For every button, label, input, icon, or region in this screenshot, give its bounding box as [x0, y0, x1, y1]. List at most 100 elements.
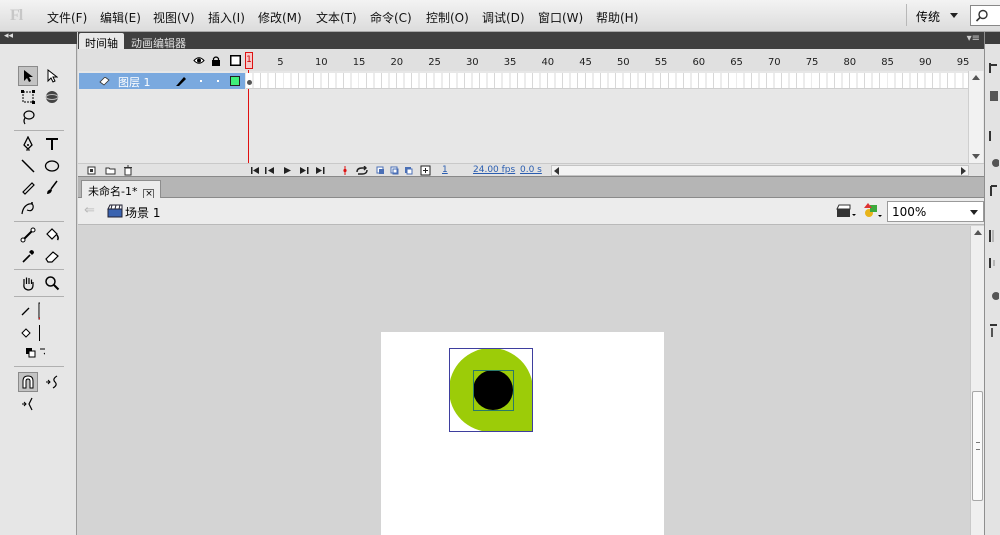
divider — [14, 130, 64, 131]
swatches-icon[interactable] — [988, 229, 999, 243]
panel-options-icon[interactable]: ▾≡ — [967, 33, 980, 44]
deco-tool[interactable] — [18, 198, 38, 218]
playback-controls[interactable] — [250, 166, 340, 175]
library-icon[interactable] — [988, 90, 999, 102]
swap-colors-button[interactable] — [25, 343, 45, 363]
new-layer-icon[interactable] — [87, 166, 97, 175]
menu-control[interactable]: 控制(O) — [426, 9, 469, 26]
eraser-icon — [45, 251, 59, 263]
oval-tool[interactable] — [42, 156, 62, 176]
zoom-tool[interactable] — [42, 273, 62, 293]
current-frame-readout[interactable]: 1 — [442, 165, 448, 175]
clapperboard-icon — [107, 204, 123, 218]
transform-panel-icon[interactable] — [988, 257, 999, 269]
scroll-up-icon[interactable] — [972, 75, 980, 80]
frame-ruler[interactable]: 5 10 15 20 25 30 35 40 45 50 55 60 65 70 75 80 85 90 95 — [246, 49, 970, 71]
menu-debug[interactable]: 调试(D) — [482, 9, 525, 26]
lock-dot[interactable] — [217, 80, 219, 82]
black-circle-shape[interactable] — [473, 370, 513, 410]
workspace-switcher[interactable]: 传统 — [906, 4, 964, 26]
zoom-select[interactable]: 100% — [887, 201, 984, 222]
center-frame-icon[interactable] — [342, 166, 348, 175]
straighten-button[interactable] — [18, 394, 38, 414]
tab-timeline[interactable]: 时间轴 — [79, 33, 124, 50]
scroll-right-icon[interactable] — [961, 167, 966, 175]
subselection-tool[interactable] — [42, 66, 62, 86]
lasso-tool[interactable] — [18, 107, 38, 127]
edit-scene-icon[interactable] — [836, 203, 856, 219]
eyedropper-tool[interactable] — [18, 246, 38, 266]
menu-help[interactable]: 帮助(H) — [596, 9, 638, 26]
frames-row[interactable] — [246, 73, 970, 89]
timeline-horizontal-scrollbar[interactable] — [551, 165, 969, 176]
bone-tool[interactable] — [18, 225, 38, 245]
visibility-dot[interactable] — [200, 80, 202, 82]
properties-icon[interactable] — [988, 62, 999, 74]
timeline-vertical-scrollbar[interactable] — [968, 71, 983, 163]
menu-edit[interactable]: 编辑(E) — [100, 9, 141, 26]
stage-pasteboard[interactable] — [78, 226, 970, 535]
new-folder-icon[interactable] — [105, 166, 116, 175]
pencil-tool[interactable] — [18, 177, 38, 197]
back-arrow-icon[interactable]: ⇐ — [84, 203, 95, 218]
search-input[interactable] — [970, 5, 1000, 26]
menu-file[interactable]: 文件(F) — [47, 9, 87, 26]
free-transform-tool[interactable] — [18, 87, 38, 107]
menu-commands[interactable]: 命令(C) — [370, 9, 412, 26]
info-icon[interactable] — [988, 185, 999, 197]
stage-vertical-scrollbar[interactable] — [970, 226, 984, 535]
fps-readout[interactable]: 24.00 fps — [473, 165, 515, 175]
scroll-down-icon[interactable] — [972, 154, 980, 159]
smooth-button[interactable] — [42, 372, 62, 392]
eraser-tool[interactable] — [42, 246, 62, 266]
lock-icon[interactable] — [211, 56, 221, 66]
selection-tool[interactable] — [18, 66, 38, 86]
eye-icon[interactable] — [193, 56, 205, 65]
text-tool[interactable] — [42, 134, 62, 154]
motion-presets-icon[interactable] — [988, 324, 999, 338]
collapse-icon[interactable]: ◂◂ — [4, 31, 13, 41]
menu-text[interactable]: 文本(T) — [316, 9, 357, 26]
color-icon[interactable] — [988, 157, 999, 169]
fill-color-swatch[interactable] — [20, 323, 40, 343]
menu-window[interactable]: 窗口(W) — [538, 9, 583, 26]
scene-name[interactable]: 场景 1 — [125, 204, 160, 221]
hand-tool[interactable] — [18, 273, 38, 293]
loop-icon[interactable] — [355, 166, 369, 175]
right-dock-header[interactable] — [985, 32, 1000, 44]
ruler-number: 20 — [390, 57, 404, 68]
3d-rotation-tool[interactable] — [42, 87, 62, 107]
edit-symbol-icon[interactable] — [862, 202, 884, 220]
align-icon[interactable] — [988, 130, 999, 142]
layer-outline-color[interactable] — [230, 76, 240, 86]
paint-bucket-tool[interactable] — [42, 225, 62, 245]
stage-canvas[interactable] — [381, 332, 664, 535]
line-tool[interactable] — [18, 156, 38, 176]
menu-insert[interactable]: 插入(I) — [208, 9, 245, 26]
eyedropper-icon — [22, 250, 34, 263]
scrollbar-thumb[interactable] — [972, 391, 983, 501]
pen-tool[interactable] — [18, 134, 38, 154]
stage-artwork[interactable] — [381, 332, 664, 535]
document-tab[interactable]: 未命名-1* × — [81, 180, 162, 200]
layer-row[interactable]: 图层 1 — [79, 73, 245, 89]
stroke-color-swatch[interactable] — [20, 301, 40, 321]
scroll-up-icon[interactable] — [974, 230, 982, 235]
trash-icon[interactable] — [123, 165, 133, 176]
components-icon[interactable] — [988, 290, 999, 302]
keyframe[interactable] — [247, 80, 252, 85]
onion-skin-controls[interactable] — [376, 165, 438, 176]
elapsed-time-readout[interactable]: 0.0 s — [520, 165, 542, 175]
magnet-icon — [22, 375, 34, 389]
menu-view[interactable]: 视图(V) — [153, 9, 195, 26]
tab-motion-editor[interactable]: 动画编辑器 — [125, 33, 192, 50]
tools-panel-header[interactable]: ◂◂ — [0, 31, 77, 44]
brush-tool[interactable] — [42, 177, 62, 197]
menu-modify[interactable]: 修改(M) — [258, 9, 302, 26]
onion-skin-icon — [376, 166, 384, 174]
outline-icon[interactable] — [230, 55, 241, 66]
scroll-left-icon[interactable] — [554, 167, 559, 175]
layer-name[interactable]: 图层 1 — [118, 74, 151, 90]
playhead[interactable]: 1 — [245, 52, 253, 69]
snap-to-objects-button[interactable] — [18, 372, 38, 392]
